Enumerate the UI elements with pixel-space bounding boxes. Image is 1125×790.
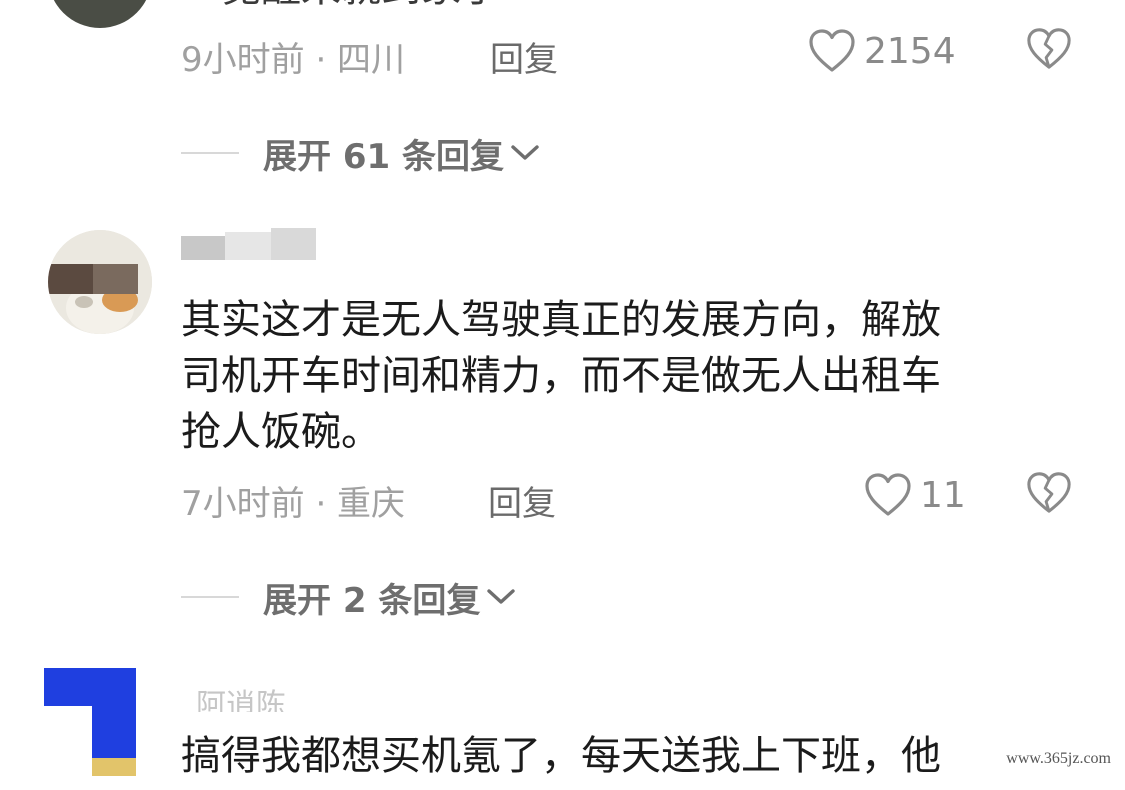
- avatar-2[interactable]: [48, 230, 152, 334]
- dislike-broken-heart-icon[interactable]: [1026, 470, 1072, 516]
- username-blurred: [181, 228, 316, 260]
- comment-2-text-line-3: 抢人饭碗。: [181, 409, 381, 455]
- watermark: www.365jz.com: [1000, 748, 1117, 770]
- comment-1-time-location: 9小时前 · 四川: [181, 40, 406, 80]
- expand-divider-line: [181, 152, 239, 154]
- heart-icon: [809, 29, 855, 72]
- heart-icon: [865, 473, 911, 516]
- comment-1-expand-replies[interactable]: 展开 61 条回复: [181, 128, 540, 178]
- expand-replies-label: 展开 61 条回复: [263, 136, 504, 177]
- comment-3-text: 搞得我都想买机氪了，每天送我上下班，他: [181, 733, 941, 779]
- chevron-down-icon: [487, 589, 516, 604]
- avatar-1[interactable]: [48, 0, 152, 28]
- comment-2-like-button[interactable]: 11: [864, 470, 966, 520]
- comment-1-reply-button[interactable]: 回复: [490, 32, 558, 81]
- expand-replies-label: 展开 2 条回复: [263, 580, 481, 621]
- comment-2-like-count: 11: [920, 474, 966, 516]
- comment-1-like-count: 2154: [864, 30, 956, 72]
- chevron-down-icon: [511, 145, 539, 160]
- comment-1-like-button[interactable]: 2154: [808, 26, 956, 76]
- comment-2-reply-button[interactable]: 回复: [488, 476, 556, 525]
- comment-1-meta: 9小时前 · 四川 回复 2154: [181, 26, 1081, 80]
- comment-2-time-location: 7小时前 · 重庆: [181, 484, 406, 524]
- avatar-3-blurred[interactable]: [44, 668, 136, 776]
- comment-1-text: 一觉醒来就到家了: [181, 0, 501, 22]
- cat-avatar-image: [48, 230, 152, 334]
- dislike-broken-heart-icon[interactable]: [1026, 26, 1072, 72]
- expand-divider-line: [181, 596, 239, 598]
- comment-3-username: 阿逍陈: [196, 688, 286, 712]
- comment-2-expand-replies[interactable]: 展开 2 条回复: [181, 572, 516, 622]
- comment-2-meta: 7小时前 · 重庆 回复 11: [181, 470, 1081, 524]
